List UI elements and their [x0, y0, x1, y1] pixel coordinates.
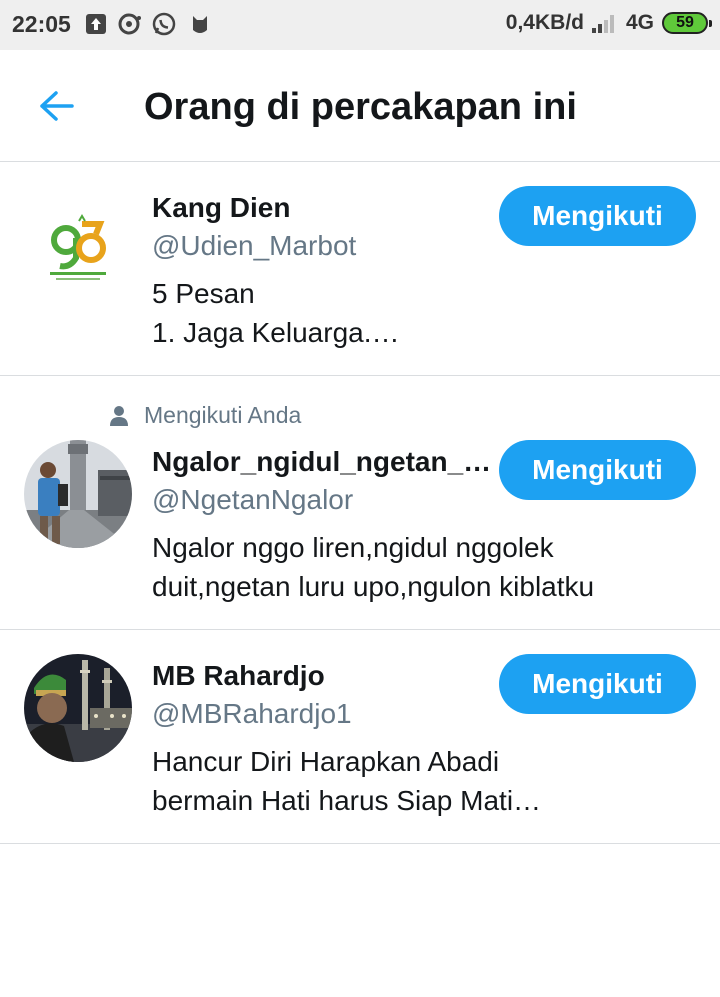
- profile-photo: [24, 440, 132, 548]
- person-bio: Ngalor nggo liren,ngidul nggolek duit,ng…: [152, 528, 672, 606]
- status-time: 22:05: [12, 11, 71, 37]
- network-type: 4G: [625, 11, 654, 34]
- follows-you-label: Mengikuti Anda: [144, 402, 302, 428]
- app-notification-icon: [193, 16, 207, 33]
- back-button[interactable]: [34, 84, 78, 128]
- bio-line: 1. Jaga Keluarga.…: [152, 317, 400, 348]
- person-handle: @NgetanNgalor: [152, 484, 354, 515]
- bio-line: duit,ngetan luru upo,ngulon kiblatku: [152, 571, 595, 602]
- chat-notification-icon: [118, 13, 141, 35]
- avatar[interactable]: [24, 440, 132, 548]
- bio-line: Ngalor nggo liren,ngidul nggolek: [152, 532, 554, 563]
- profile-photo: [24, 654, 132, 762]
- data-rate: 0,4KB/d: [505, 11, 584, 34]
- bio-line: Hancur Diri Harapkan Abadi: [152, 746, 500, 777]
- person-row[interactable]: Kang Dien @Udien_Marbot 5 Pesan 1. Jaga …: [0, 162, 720, 376]
- bio-line: bermain Hati harus Siap Mati…: [152, 785, 542, 816]
- avatar[interactable]: [24, 186, 132, 294]
- status-bar: 22:05 0,4KB/d 4G 59: [0, 0, 720, 50]
- person-bio: 5 Pesan 1. Jaga Keluarga.…: [152, 274, 652, 352]
- anniversary-logo-icon: [24, 186, 132, 294]
- person-name[interactable]: Kang Dien: [152, 192, 290, 224]
- person-handle: @MBRahardjo1: [152, 698, 352, 729]
- bio-line: 5 Pesan: [152, 278, 255, 309]
- following-button[interactable]: Mengikuti: [499, 186, 696, 246]
- whatsapp-icon: [152, 12, 176, 36]
- app-header: Orang di percakapan ini: [0, 50, 720, 162]
- battery-level: 59: [676, 14, 694, 31]
- person-row[interactable]: MB Rahardjo @MBRahardjo1 Hancur Diri Har…: [0, 630, 720, 844]
- following-button[interactable]: Mengikuti: [499, 440, 696, 500]
- person-bio: Hancur Diri Harapkan Abadi bermain Hati …: [152, 742, 652, 820]
- following-button[interactable]: Mengikuti: [499, 654, 696, 714]
- person-name[interactable]: Ngalor_ngidul_ngetan_n…: [152, 446, 498, 478]
- avatar[interactable]: [24, 654, 132, 762]
- page-title: Orang di percakapan ini: [144, 86, 577, 128]
- upload-notification-icon: [86, 14, 106, 34]
- person-handle: @Udien_Marbot: [152, 230, 357, 261]
- person-row[interactable]: Mengikuti Anda Ngalor_ngidul_ngetan_n… @…: [0, 376, 720, 630]
- person-icon: [110, 405, 128, 426]
- battery-icon: 59: [662, 12, 712, 34]
- person-name[interactable]: MB Rahardjo: [152, 660, 325, 692]
- back-arrow-icon: [40, 91, 74, 121]
- follows-you-indicator: Mengikuti Anda: [108, 402, 301, 429]
- status-right: 0,4KB/d 4G 59: [505, 11, 712, 35]
- signal-icon: [591, 15, 614, 33]
